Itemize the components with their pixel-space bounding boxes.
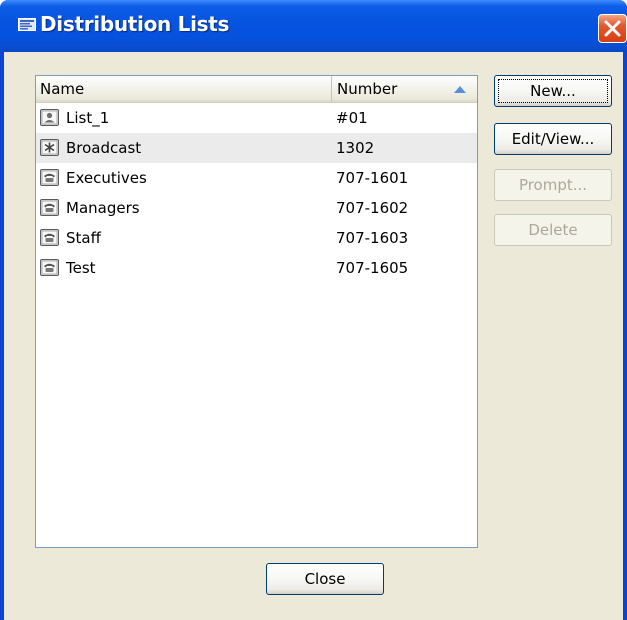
row-name: Executives [66, 169, 147, 187]
column-header-number-label: Number [337, 80, 398, 98]
distribution-list-icon [18, 17, 36, 33]
prompt-button-label: Prompt... [518, 176, 588, 194]
phone-list-icon [40, 169, 59, 186]
row-number: #01 [336, 109, 368, 127]
new-button-label: New... [530, 82, 576, 100]
row-number: 707-1603 [336, 229, 409, 247]
row-number: 707-1605 [336, 259, 409, 277]
column-header-name-label: Name [40, 80, 85, 98]
column-header-name[interactable]: Name [36, 76, 332, 102]
row-name: Managers [66, 199, 140, 217]
sort-ascending-icon [454, 86, 466, 93]
row-name: Test [66, 259, 96, 277]
delete-button[interactable]: Delete [494, 214, 612, 246]
row-number: 707-1601 [336, 169, 409, 187]
list-row-managers[interactable]: Managers 707-1602 [36, 193, 477, 223]
edit-view-button[interactable]: Edit/View... [494, 123, 612, 155]
list-row-staff[interactable]: Staff 707-1603 [36, 223, 477, 253]
phone-list-icon [40, 199, 59, 216]
prompt-button[interactable]: Prompt... [494, 169, 612, 201]
list-row-list-1[interactable]: List_1 #01 [36, 103, 477, 133]
column-header-number[interactable]: Number [333, 76, 477, 102]
row-name: Staff [66, 229, 101, 247]
window-title: Distribution Lists [40, 12, 230, 36]
row-name: Broadcast [66, 139, 142, 157]
title-bar[interactable]: Distribution Lists [0, 0, 627, 52]
list-row-broadcast[interactable]: Broadcast 1302 [36, 133, 477, 163]
personal-list-icon [40, 109, 59, 126]
row-number: 1302 [336, 139, 375, 157]
row-name: List_1 [66, 109, 110, 127]
distribution-list-view[interactable]: Name Number List_1 #01 Broadcast 1302 Ex… [35, 75, 478, 548]
list-header: Name Number [36, 76, 477, 103]
row-number: 707-1602 [336, 199, 409, 217]
edit-view-button-label: Edit/View... [511, 130, 595, 148]
delete-button-label: Delete [528, 221, 578, 239]
close-button-label: Close [304, 570, 346, 588]
distribution-lists-window: Distribution Lists Name Number List_1 #0… [0, 0, 627, 620]
phone-list-icon [40, 229, 59, 246]
list-row-executives[interactable]: Executives 707-1601 [36, 163, 477, 193]
phone-list-icon [40, 259, 59, 276]
close-button[interactable]: Close [266, 563, 384, 595]
dialog-client-area: Name Number List_1 #01 Broadcast 1302 Ex… [4, 52, 623, 620]
close-x-icon[interactable] [598, 14, 627, 43]
list-row-test[interactable]: Test 707-1605 [36, 253, 477, 283]
new-button[interactable]: New... [494, 75, 612, 107]
broadcast-list-icon [40, 139, 59, 156]
